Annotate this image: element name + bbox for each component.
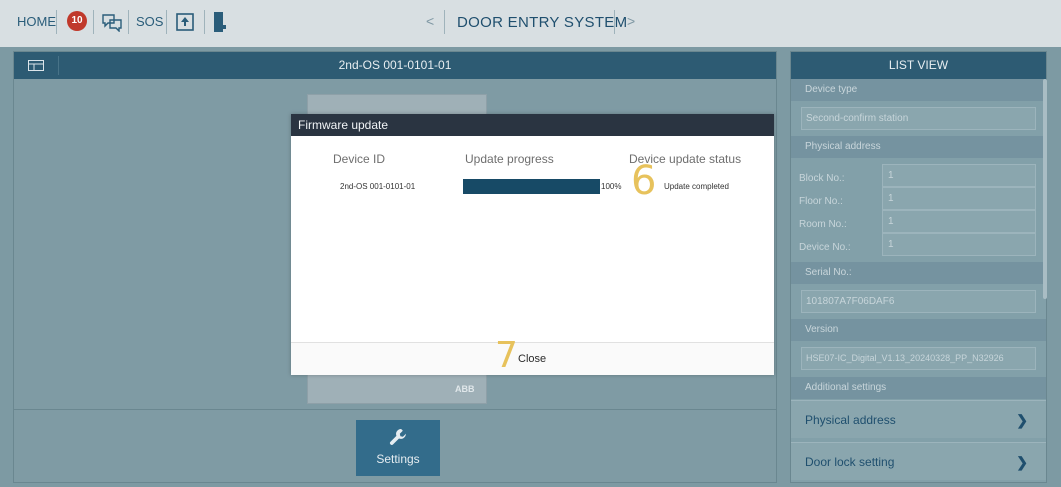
top-bar: HOME 10 SOS < DOOR ENTRY SYSTEM > — [0, 0, 1061, 47]
sos-button[interactable]: SOS — [136, 14, 163, 29]
floor-field: 1 — [882, 187, 1036, 210]
floor-label: Floor No.: — [799, 196, 843, 207]
divider — [93, 10, 94, 34]
block-label: Block No.: — [799, 173, 845, 184]
version-label: Version — [791, 319, 1046, 341]
divider — [166, 10, 167, 34]
door-icon[interactable] — [213, 11, 226, 33]
divider — [128, 10, 129, 34]
divider — [56, 10, 57, 34]
divider — [58, 56, 59, 75]
chat-icon[interactable] — [101, 12, 123, 32]
device-no-field: 1 — [882, 233, 1036, 256]
list-view-title: LIST VIEW — [791, 52, 1046, 79]
progress-fill — [463, 179, 600, 194]
settings-button[interactable]: Settings — [356, 420, 440, 476]
device-type-label: Device type — [791, 79, 1046, 101]
previous-arrow[interactable]: < — [426, 13, 434, 29]
divider — [204, 10, 205, 34]
abb-logo: ABB — [455, 384, 475, 394]
upload-icon[interactable] — [175, 12, 195, 32]
panel-title: 2nd-OS 001-0101-01 — [338, 58, 452, 72]
device-id-cell: 2nd-OS 001-0101-01 — [340, 182, 416, 191]
physical-address-link[interactable]: Physical address ❯ — [791, 400, 1046, 438]
divider — [444, 10, 445, 34]
callout-number: 7 — [495, 335, 518, 376]
wrench-icon — [389, 429, 406, 445]
room-label: Room No.: — [799, 219, 847, 230]
door-lock-setting-link[interactable]: Door lock setting ❯ — [791, 442, 1046, 480]
column-header-device-id: Device ID — [333, 152, 386, 166]
callout-number: 6 — [631, 158, 657, 204]
additional-settings-label: Additional settings — [791, 377, 1046, 399]
divider — [14, 409, 776, 410]
door-lock-link-label: Door lock setting — [805, 455, 895, 469]
progress-bar — [463, 179, 600, 194]
home-link[interactable]: HOME — [17, 14, 56, 29]
serial-label: Serial No.: — [791, 262, 1046, 284]
next-arrow[interactable]: > — [627, 13, 635, 29]
dialog-footer: 7 Close — [291, 335, 774, 376]
status-cell: Update completed — [664, 182, 729, 191]
firmware-update-dialog: Firmware update Device ID Update progres… — [291, 114, 774, 376]
panel-header: 2nd-OS 001-0101-01 — [14, 52, 776, 79]
column-header-progress: Update progress — [465, 152, 554, 166]
page-title: DOOR ENTRY SYSTEM — [457, 14, 628, 31]
serial-field: 101807A7F06DAF6 — [801, 290, 1036, 313]
settings-label: Settings — [376, 452, 420, 466]
scrollbar[interactable] — [1043, 79, 1047, 299]
room-field: 1 — [882, 210, 1036, 233]
device-type-field: Second-confirm station — [801, 107, 1036, 130]
progress-percent: 100% — [601, 182, 622, 191]
chevron-right-icon: ❯ — [1016, 412, 1028, 428]
block-field: 1 — [882, 164, 1036, 187]
device-no-label: Device No.: — [799, 242, 851, 253]
divider — [614, 10, 615, 34]
notification-badge[interactable]: 10 — [67, 11, 87, 31]
list-view-panel: LIST VIEW Device type Second-confirm sta… — [790, 51, 1047, 483]
close-button[interactable]: Close — [518, 353, 546, 365]
dialog-title: Firmware update — [291, 114, 774, 136]
chevron-right-icon: ❯ — [1016, 454, 1028, 470]
physical-address-link-label: Physical address — [805, 413, 896, 427]
physical-address-section: Physical address — [791, 136, 1046, 158]
version-field: HSE07-IC_Digital_V1.13_20240328_PP_N3292… — [801, 347, 1036, 370]
layout-icon[interactable] — [28, 60, 44, 71]
